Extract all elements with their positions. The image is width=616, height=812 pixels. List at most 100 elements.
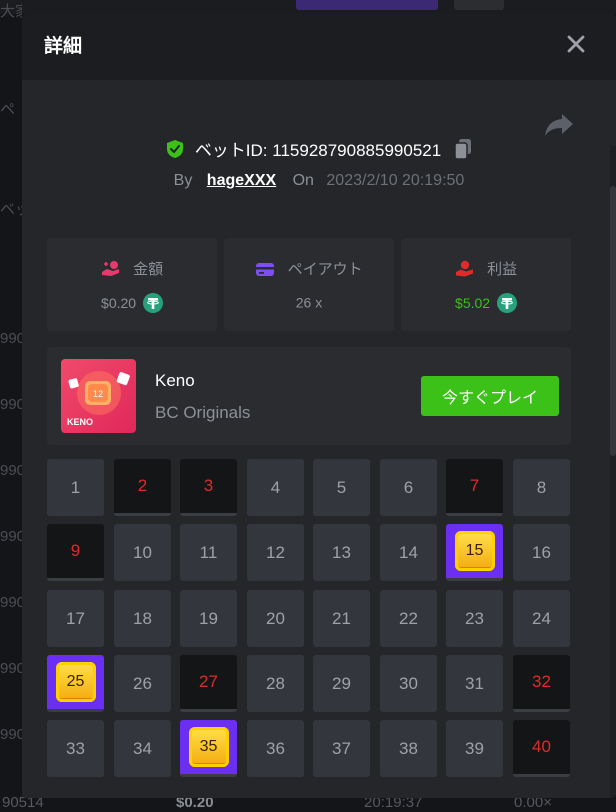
shield-check-icon	[167, 139, 184, 158]
keno-cell-label: 17	[66, 608, 85, 628]
keno-cell-label: 18	[133, 608, 152, 628]
game-card: 12 KENO Keno BC Originals 今すぐプレイ	[47, 347, 571, 445]
keno-cell-38[interactable]: 38	[380, 720, 437, 777]
keno-cell-17[interactable]: 17	[47, 590, 104, 647]
keno-cell-label: 38	[399, 738, 418, 758]
keno-cell-label: 24	[532, 608, 551, 628]
keno-cell-4[interactable]: 4	[247, 459, 304, 516]
username-link[interactable]: hageXXX	[207, 172, 276, 189]
close-icon[interactable]	[564, 32, 588, 56]
keno-cell-12[interactable]: 12	[247, 524, 304, 581]
keno-cell-27[interactable]: 27	[180, 655, 237, 712]
keno-cell-19[interactable]: 19	[180, 590, 237, 647]
stat-payout-value: 26 x	[295, 294, 323, 311]
keno-cell-21[interactable]: 21	[313, 590, 370, 647]
scrollbar-thumb[interactable]	[610, 186, 616, 456]
modal-title: 詳細	[44, 36, 83, 57]
bet-id-row: ベットID: 115928790885990521	[22, 136, 616, 161]
background-fragment: ベッ	[0, 201, 22, 218]
background-fragment: 990	[0, 330, 22, 347]
keno-board: 1 2 3 4 5 6 7 8 9 10 11 12 13 14 15 16 17 18 19 20 21 22 23 24 2…	[47, 459, 573, 789]
keno-cell-11[interactable]: 11	[180, 524, 237, 581]
stat-amount: 金額 $0.20	[47, 238, 217, 331]
keno-cell-39[interactable]: 39	[446, 720, 503, 777]
wallet-card-icon	[256, 262, 275, 276]
stat-payout-value-row: 26 x	[224, 293, 394, 310]
gem-icon: 15	[454, 531, 495, 571]
background-fragment: 990	[0, 462, 22, 479]
keno-cell-20[interactable]: 20	[247, 590, 304, 647]
keno-cell-30[interactable]: 30	[380, 655, 437, 712]
keno-cell-label: 22	[399, 608, 418, 628]
keno-cell-22[interactable]: 22	[380, 590, 437, 647]
keno-cell-32[interactable]: 32	[513, 655, 570, 712]
stat-amount-label: 金額	[133, 261, 164, 278]
keno-cell-28[interactable]: 28	[247, 655, 304, 712]
keno-cell-15[interactable]: 15	[446, 524, 503, 581]
copy-icon[interactable]	[454, 138, 472, 160]
keno-cell-14[interactable]: 14	[380, 524, 437, 581]
keno-cell-label: 6	[403, 477, 414, 497]
keno-cell-40[interactable]: 40	[513, 720, 570, 777]
on-label: On	[292, 172, 314, 189]
keno-cell-18[interactable]: 18	[114, 590, 171, 647]
keno-cell-label: 2	[137, 476, 148, 495]
share-icon[interactable]	[544, 112, 574, 138]
keno-cell-23[interactable]: 23	[446, 590, 503, 647]
keno-cell-35[interactable]: 35	[180, 720, 237, 777]
keno-cell-16[interactable]: 16	[513, 524, 570, 581]
keno-cell-34[interactable]: 34	[114, 720, 171, 777]
keno-cell-label: 11	[199, 542, 218, 562]
keno-cell-9[interactable]: 9	[47, 524, 104, 581]
keno-cell-label: 31	[465, 673, 484, 693]
keno-cell-label: 26	[133, 673, 152, 693]
background-fragment: 990	[0, 660, 22, 677]
keno-cell-label: 1	[70, 477, 81, 497]
keno-cell-26[interactable]: 26	[114, 655, 171, 712]
keno-cell-3[interactable]: 3	[180, 459, 237, 516]
keno-cell-label: 13	[332, 542, 351, 562]
keno-cell-label: 21	[332, 608, 351, 628]
keno-cell-label: 20	[266, 608, 285, 628]
keno-cell-label: 39	[465, 738, 484, 758]
keno-cell-25[interactable]: 25	[47, 655, 104, 712]
keno-cell-label: 14	[399, 542, 418, 562]
keno-cell-label: 19	[199, 608, 218, 628]
keno-cell-13[interactable]: 13	[313, 524, 370, 581]
keno-cell-2[interactable]: 2	[114, 459, 171, 516]
bet-id-text: ベットID: 115928790885990521	[194, 141, 442, 160]
background-fragment: 990	[0, 726, 22, 743]
keno-cell-label: 7	[469, 476, 480, 495]
coins-hand-icon	[101, 260, 119, 276]
usdt-icon	[496, 293, 517, 313]
keno-cell-8[interactable]: 8	[513, 459, 570, 516]
keno-cell-5[interactable]: 5	[313, 459, 370, 516]
keno-cell-label: 16	[532, 542, 551, 562]
keno-cell-label: 9	[70, 541, 81, 560]
keno-cell-6[interactable]: 6	[380, 459, 437, 516]
keno-cell-label: 12	[266, 542, 285, 562]
keno-cell-37[interactable]: 37	[313, 720, 370, 777]
keno-cell-10[interactable]: 10	[114, 524, 171, 581]
keno-cell-7[interactable]: 7	[446, 459, 503, 516]
background-top-button	[296, 0, 438, 10]
keno-cell-label: 40	[532, 737, 551, 756]
stat-profit: 利益 $5.02	[401, 238, 571, 331]
stat-payout-label: ペイアウト	[287, 261, 363, 278]
keno-cell-1[interactable]: 1	[47, 459, 104, 516]
background-fragment: 990	[0, 594, 22, 611]
keno-cell-29[interactable]: 29	[313, 655, 370, 712]
gem-icon: 35	[188, 727, 229, 767]
keno-cell-label: 8	[536, 477, 547, 497]
gem-icon: 25	[55, 662, 96, 702]
keno-cell-31[interactable]: 31	[446, 655, 503, 712]
play-now-button[interactable]: 今すぐプレイ	[421, 376, 559, 416]
stat-payout-label-row: ペイアウト	[224, 258, 394, 279]
background-fragment: 990	[0, 396, 22, 413]
keno-cell-33[interactable]: 33	[47, 720, 104, 777]
keno-game-thumbnail[interactable]: 12 KENO	[61, 359, 136, 433]
keno-cell-24[interactable]: 24	[513, 590, 570, 647]
stat-amount-label-row: 金額	[47, 258, 217, 279]
game-name: Keno	[155, 371, 195, 390]
keno-cell-36[interactable]: 36	[247, 720, 304, 777]
